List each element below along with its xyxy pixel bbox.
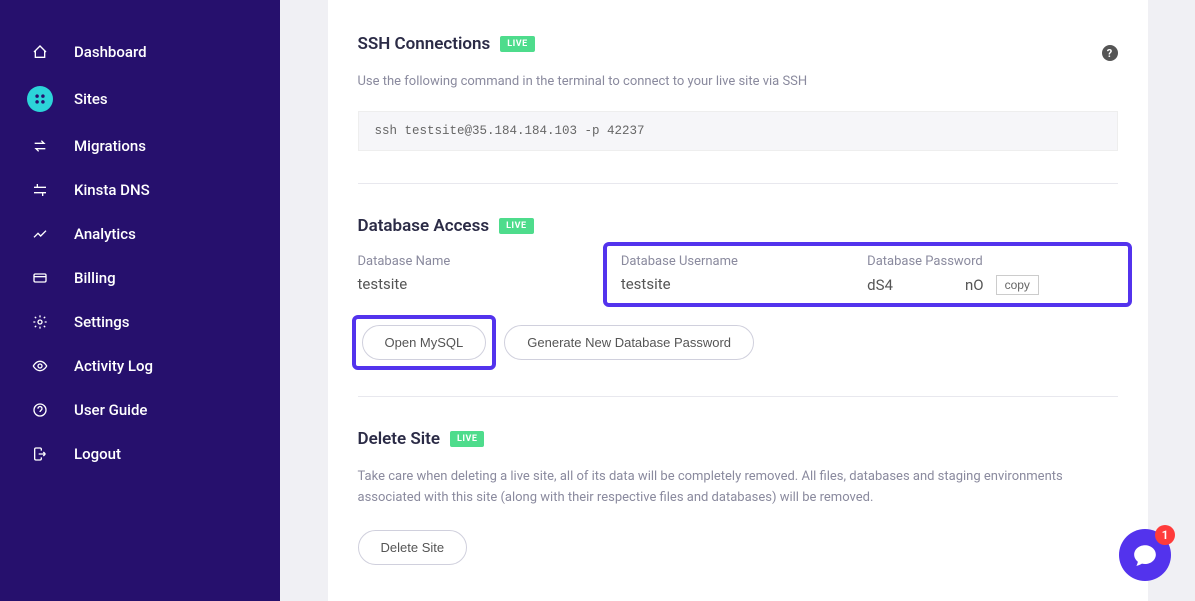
sidebar-item-userguide[interactable]: User Guide: [0, 388, 280, 432]
copy-password-button[interactable]: copy: [996, 275, 1039, 295]
db-pass-mask: [899, 277, 959, 293]
sidebar-item-label: Logout: [74, 445, 121, 463]
sidebar: Dashboard Sites Migrations Kinsta DNS An…: [0, 0, 280, 601]
sidebar-item-label: Activity Log: [74, 357, 153, 375]
sidebar-item-label: Kinsta DNS: [74, 181, 150, 199]
sidebar-item-label: Settings: [74, 313, 130, 331]
sidebar-item-label: Dashboard: [74, 43, 147, 61]
ssh-section: SSH Connections LIVE ? Use the following…: [358, 34, 1118, 183]
open-mysql-button[interactable]: Open MySQL: [362, 325, 487, 360]
ssh-command[interactable]: ssh testsite@35.184.184.103 -p 42237: [358, 111, 1118, 151]
db-user-col: Database Username testsite: [621, 254, 867, 295]
generate-password-button[interactable]: Generate New Database Password: [504, 325, 754, 360]
billing-icon: [30, 268, 50, 288]
db-pass-suffix: nO: [965, 276, 984, 294]
live-badge: LIVE: [500, 36, 534, 52]
sidebar-item-dashboard[interactable]: Dashboard: [0, 30, 280, 74]
sidebar-item-label: User Guide: [74, 401, 147, 419]
delete-section: Delete Site LIVE Take care when deleting…: [358, 396, 1118, 598]
sidebar-item-migrations[interactable]: Migrations: [0, 124, 280, 168]
sidebar-item-analytics[interactable]: Analytics: [0, 212, 280, 256]
chat-widget[interactable]: 1: [1119, 529, 1171, 581]
db-title: Database Access LIVE: [358, 216, 1118, 236]
db-pass-prefix: dS4: [867, 276, 893, 294]
db-user-label: Database Username: [621, 254, 867, 269]
live-badge: LIVE: [499, 218, 533, 234]
logout-icon: [30, 444, 50, 464]
open-mysql-highlight: Open MySQL: [352, 315, 497, 370]
db-name-value: testsite: [358, 275, 617, 293]
ssh-title: SSH Connections LIVE: [358, 34, 535, 54]
sidebar-item-label: Analytics: [74, 225, 136, 243]
db-pass-label: Database Password: [867, 254, 1113, 269]
sidebar-item-settings[interactable]: Settings: [0, 300, 280, 344]
delete-desc: Take care when deleting a live site, all…: [358, 467, 1118, 509]
sidebar-item-label: Sites: [74, 90, 108, 108]
delete-title: Delete Site LIVE: [358, 429, 1118, 449]
delete-title-text: Delete Site: [358, 429, 441, 449]
migrations-icon: [30, 136, 50, 156]
sidebar-item-label: Migrations: [74, 137, 146, 155]
help-icon: [30, 400, 50, 420]
main-content: SSH Connections LIVE ? Use the following…: [280, 0, 1195, 601]
sidebar-item-activity[interactable]: Activity Log: [0, 344, 280, 388]
sidebar-item-billing[interactable]: Billing: [0, 256, 280, 300]
sidebar-item-logout[interactable]: Logout: [0, 432, 280, 476]
eye-icon: [30, 356, 50, 376]
chat-icon: [1132, 542, 1158, 568]
db-name-label: Database Name: [358, 254, 617, 269]
sidebar-item-sites[interactable]: Sites: [0, 74, 280, 124]
gear-icon: [30, 312, 50, 332]
chat-badge: 1: [1155, 525, 1175, 545]
sidebar-item-label: Billing: [74, 269, 116, 287]
db-title-text: Database Access: [358, 216, 490, 236]
db-user-value: testsite: [621, 275, 867, 293]
ssh-title-text: SSH Connections: [358, 34, 491, 54]
sites-icon: [27, 86, 53, 112]
sidebar-item-dns[interactable]: Kinsta DNS: [0, 168, 280, 212]
help-icon[interactable]: ?: [1102, 45, 1118, 61]
delete-site-button[interactable]: Delete Site: [358, 530, 468, 565]
ssh-desc: Use the following command in the termina…: [358, 72, 1118, 93]
live-badge: LIVE: [450, 431, 484, 447]
home-icon: [30, 42, 50, 62]
db-section: Database Access LIVE Database Name tests…: [358, 183, 1118, 396]
db-credentials-highlight: Database Username testsite Database Pass…: [603, 242, 1132, 307]
db-name-col: Database Name testsite: [358, 254, 617, 299]
db-pass-col: Database Password dS4 nO copy: [867, 254, 1113, 295]
dns-icon: [30, 180, 50, 200]
analytics-icon: [30, 224, 50, 244]
